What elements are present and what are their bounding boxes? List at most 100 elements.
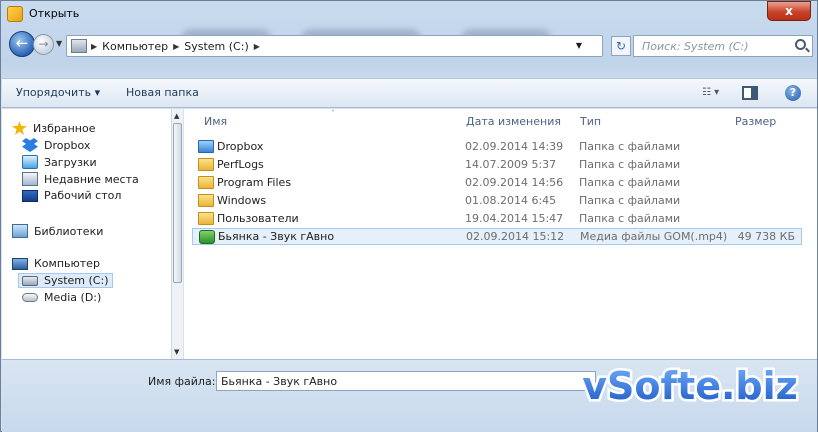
file-row-selected[interactable]: Бьянка - Звук гАвно 02.09.2014 15:12 Мед… xyxy=(192,228,802,245)
column-header-date[interactable]: Дата изменения xyxy=(466,115,561,128)
nav-desktop[interactable]: Рабочий стол xyxy=(22,189,121,202)
folder-icon xyxy=(198,212,214,225)
breadcrumb-computer[interactable]: Компьютер xyxy=(102,40,168,53)
search-box[interactable] xyxy=(633,35,813,57)
watermark-logo: vSofte.biz xyxy=(580,362,801,411)
nav-media-d[interactable]: Media (D:) xyxy=(22,291,101,304)
file-name: Dropbox xyxy=(217,140,264,153)
title-bar: Открыть x xyxy=(1,1,817,27)
nav-label: Библиотеки xyxy=(34,224,104,238)
file-name: Program Files xyxy=(217,176,292,189)
nav-label: Компьютер xyxy=(34,257,100,270)
nav-libraries[interactable]: Библиотеки xyxy=(12,224,103,238)
file-date: 02.09.2014 14:56 xyxy=(465,176,564,189)
chevron-right-icon[interactable]: ▶ xyxy=(173,42,179,51)
dropbox-icon xyxy=(22,138,38,152)
file-list: ˄ Имя Дата изменения Тип Размер Dropbox … xyxy=(184,109,817,359)
nav-recent-places[interactable]: Недавние места xyxy=(22,172,139,186)
history-dropdown-icon[interactable]: ▼ xyxy=(56,39,62,48)
views-button[interactable]: ☷ ▾ xyxy=(702,87,724,99)
file-size: 49 738 КБ xyxy=(737,230,795,243)
breadcrumb: ▶ Компьютер ▶ System (C:) ▶ xyxy=(91,40,260,53)
hard-drive-icon xyxy=(22,275,38,286)
file-name: Windows xyxy=(217,194,267,207)
file-type: Медиа файлы GOM(.mp4) xyxy=(580,230,728,243)
desktop-icon xyxy=(22,189,38,202)
address-dropdown-icon[interactable]: ▼ xyxy=(576,41,582,50)
filename-label: Имя файла: xyxy=(148,375,216,388)
nav-label: Избранное xyxy=(33,121,96,135)
file-row[interactable]: PerfLogs 14.07.2009 5:37 Папка с файлами xyxy=(192,157,802,174)
preview-pane-icon[interactable] xyxy=(742,86,758,100)
folder-icon xyxy=(198,176,214,189)
file-date: 02.09.2014 15:12 xyxy=(466,230,565,243)
filename-input[interactable] xyxy=(216,371,596,391)
new-folder-button[interactable]: Новая папка xyxy=(126,86,199,99)
chevron-right-icon[interactable]: ▶ xyxy=(254,42,260,51)
watermark-text: vSofte.biz xyxy=(582,364,798,408)
back-button[interactable]: ← xyxy=(9,31,35,57)
file-name: Бьянка - Звук гАвно xyxy=(218,230,335,243)
dropbox-folder-icon xyxy=(198,140,214,153)
nav-label: Media (D:) xyxy=(44,291,102,304)
search-icon[interactable] xyxy=(795,39,806,50)
forward-button[interactable]: → xyxy=(33,34,54,55)
drive-icon xyxy=(71,39,87,53)
disk-drive-icon xyxy=(22,293,38,302)
media-file-icon xyxy=(199,230,215,244)
help-button[interactable]: ? xyxy=(785,85,801,101)
file-name: PerfLogs xyxy=(217,158,264,171)
nav-downloads[interactable]: Загрузки xyxy=(22,155,97,169)
file-date: 02.09.2014 14:39 xyxy=(465,140,564,153)
refresh-button[interactable]: ↻ xyxy=(611,36,631,56)
file-row[interactable]: Program Files 02.09.2014 14:56 Папка с ф… xyxy=(192,175,802,192)
column-header-size[interactable]: Размер xyxy=(735,115,776,128)
file-date: 19.04.2014 15:47 xyxy=(465,212,564,225)
file-date: 01.08.2014 6:45 xyxy=(465,194,557,207)
nav-label: System (C:) xyxy=(44,274,109,287)
column-header-name[interactable]: Имя xyxy=(204,115,227,128)
file-type: Папка с файлами xyxy=(579,176,681,189)
window-title: Открыть xyxy=(29,7,80,20)
nav-dropbox[interactable]: Dropbox xyxy=(22,138,90,152)
toolbar: Упорядочить ▾ Новая папка ☷ ▾ ? xyxy=(2,78,817,108)
file-type: Папка с файлами xyxy=(579,140,681,153)
scroll-down-icon[interactable]: ▼ xyxy=(174,348,179,356)
recent-places-icon xyxy=(22,172,38,186)
computer-icon xyxy=(12,257,28,270)
app-icon xyxy=(7,6,23,22)
file-name: Пользователи xyxy=(217,212,299,225)
address-bar[interactable]: ▶ Компьютер ▶ System (C:) ▶ ▼ xyxy=(66,35,603,57)
chevron-right-icon[interactable]: ▶ xyxy=(91,42,97,51)
nav-computer[interactable]: Компьютер xyxy=(12,257,100,270)
star-icon xyxy=(12,121,27,135)
nav-label: Загрузки xyxy=(44,155,97,169)
downloads-icon xyxy=(22,155,38,169)
nav-label: Рабочий стол xyxy=(44,189,122,202)
file-row[interactable]: Windows 01.08.2014 6:45 Папка с файлами xyxy=(192,193,802,210)
nav-system-c[interactable]: System (C:) xyxy=(18,273,113,288)
nav-scrollbar[interactable]: ▲ ▼ xyxy=(171,109,183,359)
scroll-up-icon[interactable]: ▲ xyxy=(174,112,179,120)
organize-button[interactable]: Упорядочить ▾ xyxy=(16,86,100,99)
folder-icon xyxy=(198,194,214,207)
breadcrumb-system-c[interactable]: System (C:) xyxy=(184,40,249,53)
libraries-icon xyxy=(12,224,28,238)
scrollbar-thumb[interactable] xyxy=(173,123,182,283)
open-file-dialog: Открыть x ← → ▼ ▶ Компьютер ▶ System (C:… xyxy=(0,0,818,432)
folder-icon xyxy=(198,158,214,171)
nav-label: Dropbox xyxy=(44,138,91,152)
nav-favorites[interactable]: Избранное xyxy=(12,121,95,135)
close-button[interactable]: x xyxy=(767,1,811,21)
file-type: Папка с файлами xyxy=(579,194,681,207)
file-type: Папка с файлами xyxy=(579,212,681,225)
navigation-pane: Избранное Dropbox Загрузки Недавние мест… xyxy=(2,109,182,359)
file-row[interactable]: Dropbox 02.09.2014 14:39 Папка с файлами xyxy=(192,139,802,156)
search-input[interactable] xyxy=(634,36,784,56)
nav-label: Недавние места xyxy=(44,172,139,186)
file-date: 14.07.2009 5:37 xyxy=(465,158,557,171)
file-type: Папка с файлами xyxy=(579,158,681,171)
sort-arrow-icon: ˄ xyxy=(331,109,335,118)
file-row[interactable]: Пользователи 19.04.2014 15:47 Папка с фа… xyxy=(192,211,802,228)
column-header-type[interactable]: Тип xyxy=(580,115,601,128)
